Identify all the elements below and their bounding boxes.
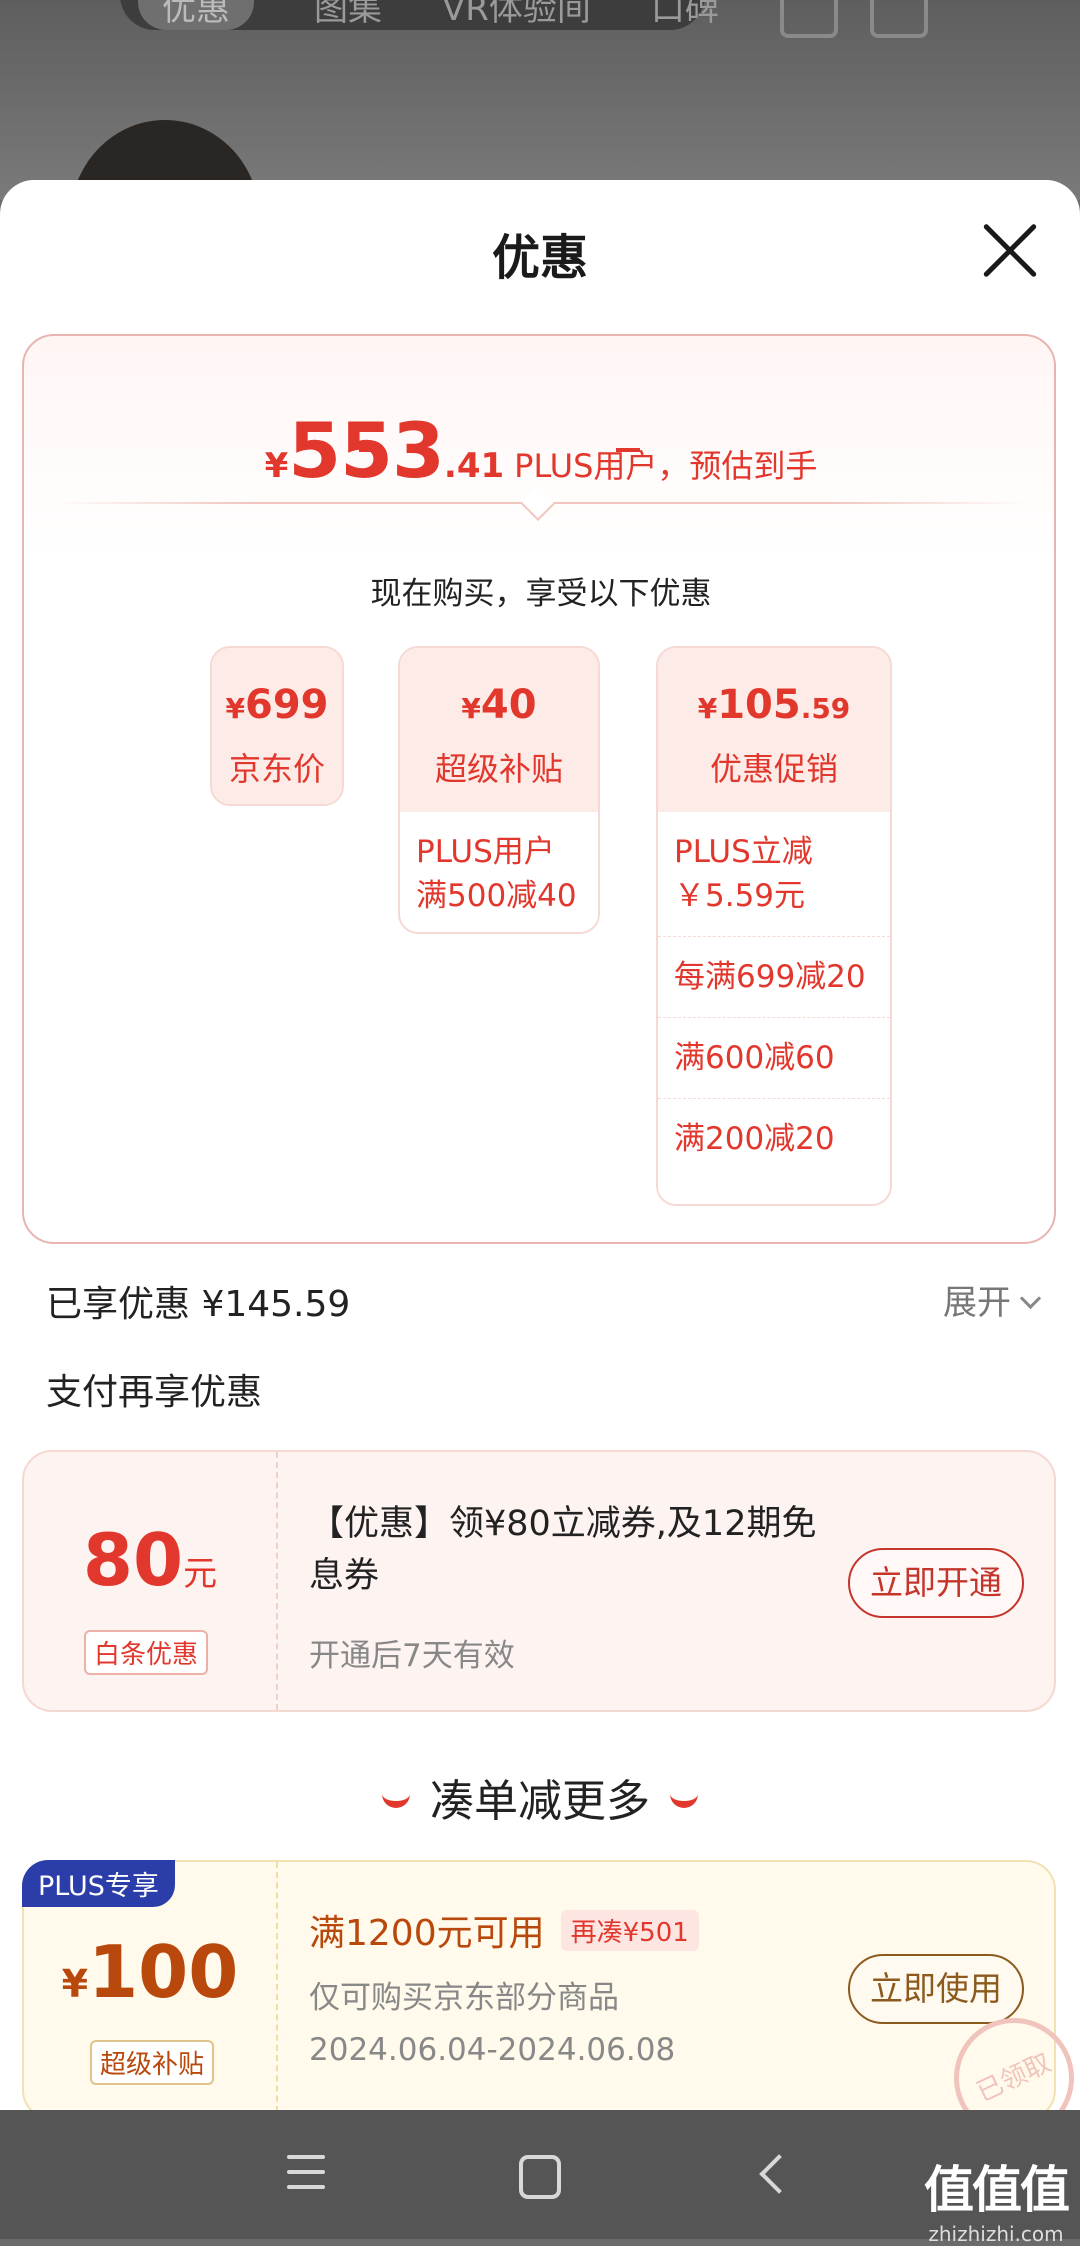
background-tab: 优惠 [138,0,254,30]
background-page: 优惠 图集 VR体验间 口碑 [0,0,1080,320]
coupon-left: PLUS专享 ¥100 超级补贴 [22,1860,278,2110]
price-card-jd: ¥699 京东价 [210,646,344,806]
pay-section-title: 支付再享优惠 [46,1372,263,1413]
price-card-promotion: ¥105.59 优惠促销 PLUS立减 ￥5.59元 每满699减20 满600… [656,646,892,1206]
price-card-name: 京东价 [228,750,325,788]
coupon-scope: 仅可购买京东部分商品 [309,1980,619,2016]
smile-icon [670,1787,698,1808]
price-card-name: 优惠促销 [709,750,838,788]
home-icon[interactable] [519,2155,561,2199]
price-card-detail: 每满699减20 [658,936,890,1017]
coupon-amount: 80元 [82,1518,218,1602]
coupon-description: 【优惠】领¥80立减券,及12期免息券 [309,1504,817,1596]
estimate-decimal: .41 [443,446,505,486]
coupon-date: 2024.06.04-2024.06.08 [309,2032,676,2068]
coupon-left: 80元 白条优惠 [24,1452,278,1710]
close-icon[interactable] [980,220,1040,280]
price-card-value: ¥105.59 [697,682,851,728]
estimate-card: ¥553.41 PLUS用户，预估到手 现在购买，享受以下优惠 ¥699 京东价 … [22,334,1056,1244]
breakdown-subtitle: 现在购买，享受以下优惠 [370,576,712,612]
coupon-tag: 白条优惠 [84,1630,209,1675]
expand-button[interactable]: 展开 [943,1275,1042,1324]
coupon-validity: 开通后7天有效 [309,1638,515,1674]
back-icon[interactable] [759,2154,799,2194]
favorite-icon [780,0,838,38]
enjoyed-discount: 已享优惠 ¥145.59 [46,1284,351,1325]
baitiao-coupon: 80元 白条优惠 【优惠】领¥80立减券,及12期免息券 开通后7天有效 立即开… [22,1450,1056,1712]
recent-apps-icon[interactable] [287,2155,325,2193]
plus-exclusive-badge: PLUS专享 [22,1860,175,1907]
chevron-down-icon [1019,1287,1042,1310]
background-tab: 口碑 [650,0,719,29]
price-card-detail: 满200减20 [658,1098,890,1179]
estimate-currency: ¥ [264,446,289,486]
coupon-tag: 超级补贴 [90,2040,215,2085]
price-card-head: ¥105.59 优惠促销 [658,648,890,812]
share-icon [870,0,928,38]
sheet-title: 优惠 [491,230,588,286]
plus-coupon: PLUS专享 ¥100 超级补贴 满1200元可用 再凑¥501 仅可购买京东部分… [22,1860,1080,2110]
watermark: 值值值 zhizhizhi.com [924,2150,1070,2246]
expand-label: 展开 [943,1283,1011,1323]
price-card-name: 超级补贴 [434,750,563,788]
watermark-logo: 值值值 [924,2161,1070,2219]
promotion-sheet: 优惠 ¥553.41 PLUS用户，预估到手 现在购买，享受以下优惠 ¥699 京… [0,180,1080,2110]
background-tab-bar: 优惠 图集 VR体验间 口碑 [120,0,719,30]
price-card-subsidy: ¥40 超级补贴 PLUS用户满500减40 [398,646,600,934]
watermark-site: zhizhizhi.com [928,2222,1064,2246]
estimate-label: PLUS用户，预估到手 [514,447,818,485]
minus-sign [359,448,383,452]
price-card-head: ¥699 京东价 [212,648,342,804]
background-tab: 图集 [314,0,382,29]
smile-icon [382,1787,410,1808]
system-nav-bar [0,2110,1080,2239]
price-card-detail: 满600减60 [658,1017,890,1098]
minus-sign [616,448,640,452]
activate-button[interactable]: 立即开通 [848,1548,1024,1618]
price-card-detail: PLUS用户满500减40 [416,834,577,914]
use-now-button[interactable]: 立即使用 [848,1954,1024,2024]
price-card-detail: PLUS立减 ￥5.59元 [674,834,813,914]
coupon-amount: ¥100 [61,1930,239,2014]
price-card-value: ¥699 [225,682,329,728]
add-more-badge: 再凑¥501 [560,1910,699,1951]
price-card-head: ¥40 超级补贴 [400,648,598,812]
estimate-price: ¥553.41 PLUS用户，预估到手 [24,406,1058,495]
more-section-title: 凑单减更多 [0,1765,1080,1829]
coupon-condition: 满1200元可用 再凑¥501 [309,1904,699,1956]
background-tab: VR体验间 [442,0,591,29]
price-card-value: ¥40 [461,682,537,728]
